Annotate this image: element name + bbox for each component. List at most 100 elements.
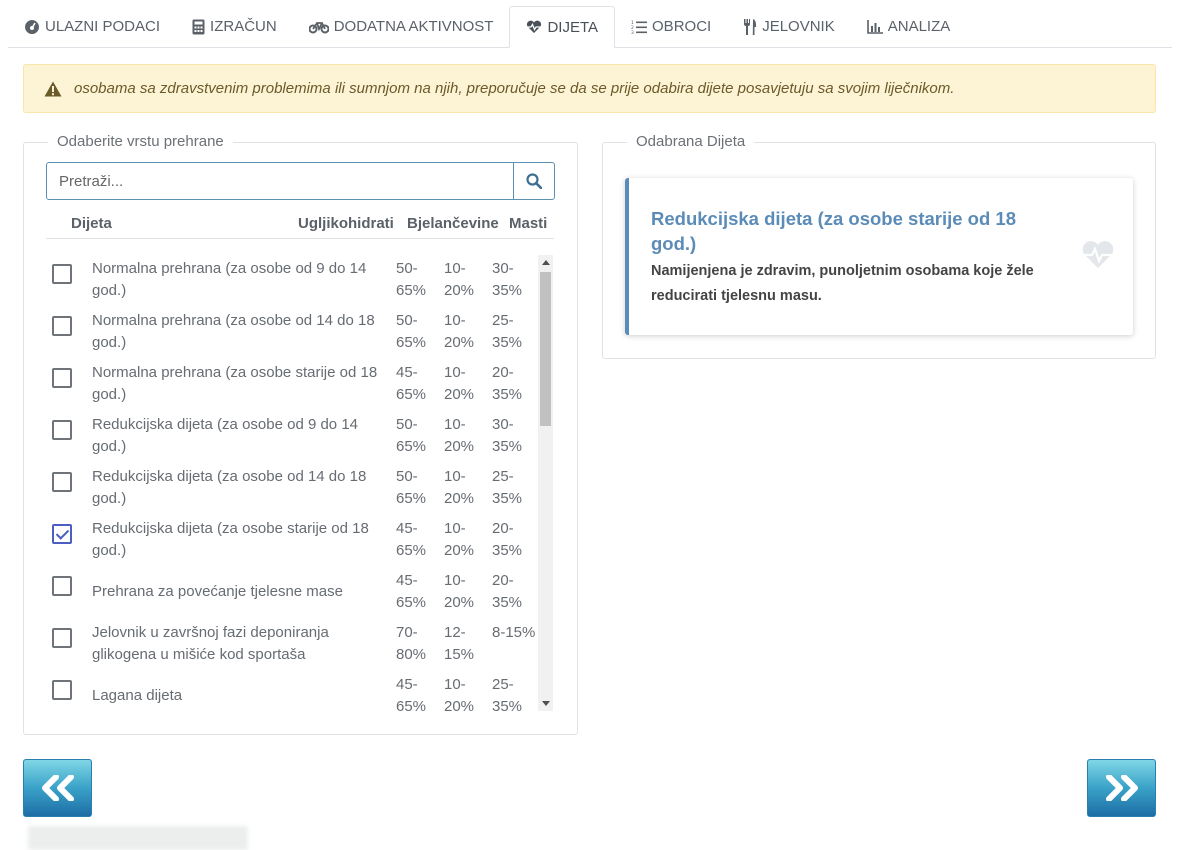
protein-value: 12-15% xyxy=(444,624,475,663)
table-row[interactable]: Lagana dijeta 45-65% 10-20% 25-35% xyxy=(46,671,554,711)
diet-search xyxy=(46,162,555,200)
heart-pulse-icon xyxy=(527,20,542,33)
tab-label: OBROCI xyxy=(652,18,712,35)
selected-diet-description: Namijenjena je zdravim, punoljetnim osob… xyxy=(651,263,1034,304)
table-row[interactable]: Prehrana za povećanje tjelesne mase 45-6… xyxy=(46,567,554,619)
protein-value: 10-20% xyxy=(444,416,475,455)
carbs-value: 70-80% xyxy=(396,624,427,663)
protein-value: 10-20% xyxy=(444,676,475,711)
diet-checkbox[interactable] xyxy=(52,264,72,284)
warning-icon xyxy=(44,81,62,96)
diet-checkbox[interactable] xyxy=(52,316,72,336)
diet-name: Redukcijska dijeta (za osobe starije od … xyxy=(92,520,369,559)
heart-pulse-icon xyxy=(1082,241,1114,268)
search-button[interactable] xyxy=(513,163,554,199)
scroll-up-button[interactable] xyxy=(538,255,553,270)
diet-checkbox[interactable] xyxy=(52,680,72,700)
diet-search-input[interactable] xyxy=(47,163,513,199)
next-step-button[interactable] xyxy=(1087,759,1156,817)
fat-value: 25-35% xyxy=(492,312,523,351)
diet-checkbox-checked[interactable] xyxy=(52,524,72,544)
diet-list-scrollbar[interactable] xyxy=(538,255,553,711)
bicycle-icon xyxy=(308,21,329,33)
column-header-carbs: Ugljikohidrati xyxy=(298,215,394,232)
table-row[interactable]: Jelovnik u završnoj fazi deponiranja gli… xyxy=(46,619,554,671)
tab-label: DIJETA xyxy=(547,18,599,36)
diet-checkbox[interactable] xyxy=(52,628,72,648)
diet-checkbox[interactable] xyxy=(52,368,72,388)
diet-checkbox[interactable] xyxy=(52,472,72,492)
fat-value: 20-35% xyxy=(492,520,523,559)
calculator-icon xyxy=(192,19,205,34)
diet-name: Lagana dijeta xyxy=(92,687,183,704)
selected-diet-legend: Odabrana Dijeta xyxy=(627,133,755,151)
search-icon xyxy=(526,173,542,189)
fat-value: 20-35% xyxy=(492,364,523,403)
fat-value: 25-35% xyxy=(492,676,523,711)
tab-label: JELOVNIK xyxy=(762,18,835,35)
diet-name: Jelovnik u završnoj fazi deponiranja gli… xyxy=(92,624,329,663)
tab-jelovnik[interactable]: JELOVNIK xyxy=(727,6,851,47)
carbs-value: 50-65% xyxy=(396,260,427,299)
diet-name: Normalna prehrana (za osobe od 9 do 14 g… xyxy=(92,260,367,299)
utensils-icon xyxy=(744,18,757,35)
tab-dodatna-aktivnost[interactable]: DODATNA AKTIVNOST xyxy=(293,6,510,47)
tab-izracun[interactable]: IZRAČUN xyxy=(176,6,293,47)
carbs-value: 45-65% xyxy=(396,364,427,403)
carbs-value: 50-65% xyxy=(396,468,427,507)
dashboard-icon xyxy=(25,19,40,34)
scroll-thumb[interactable] xyxy=(540,272,551,426)
double-chevron-left-icon xyxy=(41,775,74,801)
carbs-value: 50-65% xyxy=(396,312,427,351)
protein-value: 10-20% xyxy=(444,312,475,351)
diet-name: Redukcijska dijeta (za osobe od 14 do 18… xyxy=(92,468,367,507)
table-row[interactable]: Normalna prehrana (za osobe starije od 1… xyxy=(46,359,554,411)
table-row[interactable]: Normalna prehrana (za osobe od 14 do 18 … xyxy=(46,307,554,359)
diet-name: Redukcijska dijeta (za osobe od 9 do 14 … xyxy=(92,416,359,455)
tab-label: ANALIZA xyxy=(887,18,951,35)
selected-diet-panel: Odabrana Dijeta Redukcijska dijeta (za o… xyxy=(602,133,1156,359)
protein-value: 10-20% xyxy=(444,520,475,559)
tab-dijeta[interactable]: DIJETA xyxy=(509,6,616,48)
list-ol-icon: 123 xyxy=(631,20,648,34)
diet-selection-legend: Odaberite vrstu prehrane xyxy=(48,133,233,151)
caret-down-icon xyxy=(541,701,550,706)
main-tabs: ULAZNI PODACI IZRAČUN DODATNA AKTIVNOST … xyxy=(8,6,1172,48)
carbs-value: 50-65% xyxy=(396,416,427,455)
table-row[interactable]: Redukcijska dijeta (za osobe starije od … xyxy=(46,515,554,567)
tab-obroci[interactable]: 123 OBROCI xyxy=(615,6,727,47)
tab-label: IZRAČUN xyxy=(210,18,277,35)
tab-ulazni-podaci[interactable]: ULAZNI PODACI xyxy=(8,6,176,47)
carbs-value: 45-65% xyxy=(396,572,427,611)
fat-value: 30-35% xyxy=(492,260,523,299)
diet-name: Prehrana za povećanje tjelesne mase xyxy=(92,583,343,600)
diet-table-body: Normalna prehrana (za osobe od 9 do 14 g… xyxy=(46,255,554,711)
column-header-fat: Masti xyxy=(509,215,548,232)
caret-up-icon xyxy=(541,260,550,265)
diet-checkbox[interactable] xyxy=(52,576,72,596)
table-row[interactable]: Normalna prehrana (za osobe od 9 do 14 g… xyxy=(46,255,554,307)
protein-value: 10-20% xyxy=(444,364,475,403)
diet-name: Normalna prehrana (za osobe starije od 1… xyxy=(92,364,378,403)
protein-value: 10-20% xyxy=(444,572,475,611)
table-row[interactable]: Redukcijska dijeta (za osobe od 9 do 14 … xyxy=(46,411,554,463)
alert-text: osobama sa zdravstvenim problemima ili s… xyxy=(74,80,955,97)
diet-checkbox[interactable] xyxy=(52,420,72,440)
selected-diet-card: Redukcijska dijeta (za osobe starije od … xyxy=(625,178,1133,335)
diet-selection-panel: Odaberite vrstu prehrane Dijeta Ugljikoh… xyxy=(23,133,578,735)
carbs-value: 45-65% xyxy=(396,520,427,559)
carbs-value: 45-65% xyxy=(396,676,427,711)
blurred-footer-element xyxy=(28,826,248,850)
svg-text:3: 3 xyxy=(631,30,634,34)
column-header-diet: Dijeta xyxy=(71,215,112,232)
diet-name: Normalna prehrana (za osobe od 14 do 18 … xyxy=(92,312,375,351)
protein-value: 10-20% xyxy=(444,468,475,507)
previous-step-button[interactable] xyxy=(23,759,92,817)
table-row[interactable]: Redukcijska dijeta (za osobe od 14 do 18… xyxy=(46,463,554,515)
diet-table-header: Dijeta Ugljikohidrati Bjelančevine Masti xyxy=(46,212,554,239)
fat-value: 25-35% xyxy=(492,468,523,507)
tab-analiza[interactable]: ANALIZA xyxy=(851,6,967,47)
selected-diet-title: Redukcijska dijeta (za osobe starije od … xyxy=(651,208,1016,254)
protein-value: 10-20% xyxy=(444,260,475,299)
scroll-down-button[interactable] xyxy=(538,696,553,711)
